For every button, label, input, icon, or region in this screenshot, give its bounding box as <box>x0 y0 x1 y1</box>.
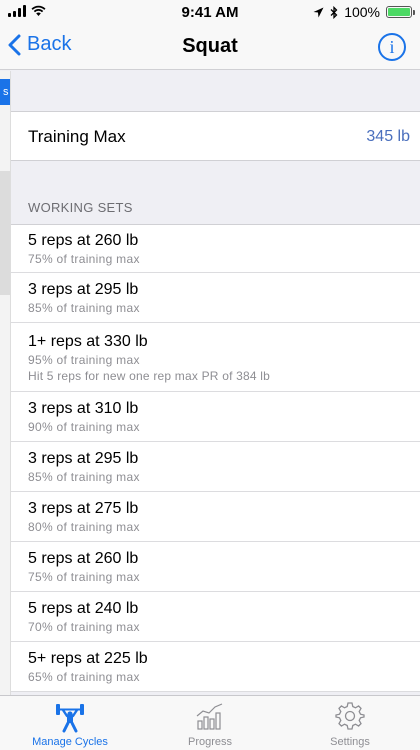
list-item[interactable]: 3 reps at 310 lb 90% of training max <box>11 392 420 442</box>
list-item[interactable]: 5 reps at 260 lb 75% of training max <box>11 542 420 592</box>
set-title: 3 reps at 295 lb <box>28 281 139 298</box>
status-bar: 9:41 AM 100% <box>0 0 420 24</box>
working-sets-header: WORKING SETS <box>28 200 133 215</box>
set-subtitle: 85% of training max <box>28 301 140 315</box>
tab-progress[interactable]: Progress <box>140 696 280 750</box>
tab-label: Progress <box>187 736 233 748</box>
list-item[interactable]: 1+ reps at 330 lb 95% of training max Hi… <box>11 323 420 392</box>
list-item[interactable]: 5 reps at 240 lb 70% of training max <box>11 592 420 642</box>
training-max-row[interactable]: Training Max 345 lb <box>11 111 420 161</box>
info-icon: i <box>389 36 395 57</box>
set-subtitle: 85% of training max <box>28 470 140 484</box>
set-title: 3 reps at 275 lb <box>28 500 139 517</box>
training-max-value: 345 lb <box>366 128 410 145</box>
battery-percent: 100% <box>344 4 380 20</box>
page-title: Squat <box>182 35 238 57</box>
set-subtitle: 70% of training max <box>28 620 140 634</box>
peek-highlight: s <box>0 79 10 105</box>
list-item[interactable]: 5+ reps at 225 lb 65% of training max <box>11 642 420 692</box>
main-content: Training Max 345 lb WORKING SETS 5 reps … <box>11 71 420 695</box>
tab-label: Manage Cycles <box>32 736 108 748</box>
set-title: 3 reps at 295 lb <box>28 450 139 467</box>
navigation-bar: Back Squat i <box>0 24 420 70</box>
set-title: 1+ reps at 330 lb <box>28 333 148 350</box>
status-right: 100% <box>313 4 415 20</box>
set-subtitle: 65% of training max <box>28 670 140 684</box>
working-sets-list: 5 reps at 260 lb 75% of training max 3 r… <box>11 224 420 692</box>
location-arrow-icon <box>313 7 324 17</box>
set-pr-note: Hit 5 reps for new one rep max PR of 384… <box>28 369 271 383</box>
set-title: 5 reps at 260 lb <box>28 550 139 567</box>
set-title: 5 reps at 260 lb <box>28 232 139 249</box>
set-title: 5 reps at 240 lb <box>28 600 139 617</box>
battery-icon <box>386 6 415 18</box>
set-subtitle: 80% of training max <box>28 520 140 534</box>
set-subtitle: 95% of training max <box>28 353 140 367</box>
tab-label: Settings <box>330 736 370 748</box>
tab-bar: Manage Cycles Progress Settings <box>0 695 420 750</box>
previous-screen-peek: s <box>0 71 11 695</box>
list-item[interactable]: 3 reps at 295 lb 85% of training max <box>11 273 420 323</box>
tab-settings[interactable]: Settings <box>280 696 420 750</box>
list-item[interactable]: 5 reps at 260 lb 75% of training max <box>11 225 420 273</box>
list-item[interactable]: 3 reps at 275 lb 80% of training max <box>11 492 420 542</box>
set-subtitle: 90% of training max <box>28 420 140 434</box>
list-item[interactable]: 3 reps at 295 lb 85% of training max <box>11 442 420 492</box>
weightlifter-icon <box>56 704 84 733</box>
tab-manage-cycles[interactable]: Manage Cycles <box>0 696 140 750</box>
bluetooth-icon <box>330 5 338 19</box>
set-title: 5+ reps at 225 lb <box>28 650 148 667</box>
chart-icon <box>196 703 223 730</box>
peek-shade <box>0 171 10 295</box>
training-max-label: Training Max <box>28 127 126 146</box>
set-subtitle: 75% of training max <box>28 252 140 266</box>
gear-icon <box>335 702 365 730</box>
info-button[interactable]: i <box>378 33 406 61</box>
set-title: 3 reps at 310 lb <box>28 400 139 417</box>
set-subtitle: 75% of training max <box>28 570 140 584</box>
